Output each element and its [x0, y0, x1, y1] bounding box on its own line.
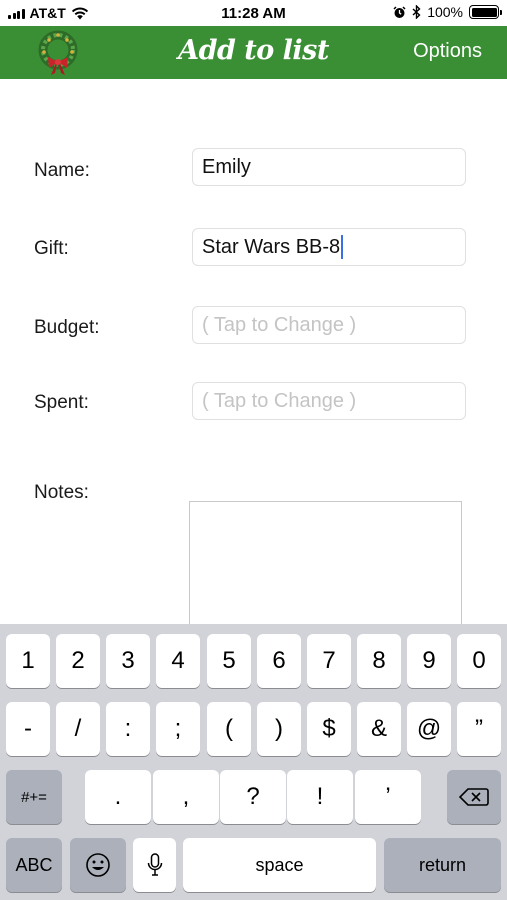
key-period[interactable]: .	[85, 770, 151, 824]
key-close-paren[interactable]: )	[257, 702, 301, 756]
gift-value: Star Wars BB-8	[202, 235, 341, 258]
key-question[interactable]: ?	[220, 770, 286, 824]
key-8[interactable]: 8	[357, 634, 401, 688]
notes-label: Notes:	[34, 482, 89, 503]
name-field[interactable]: Emily	[192, 148, 466, 186]
key-0[interactable]: 0	[457, 634, 501, 688]
budget-field[interactable]: ( Tap to Change )	[192, 306, 466, 344]
backspace-icon	[459, 788, 489, 806]
spent-label: Spent:	[34, 392, 89, 413]
key-apostrophe[interactable]: ’	[355, 770, 421, 824]
key-comma[interactable]: ,	[153, 770, 219, 824]
notes-textarea[interactable]	[189, 501, 462, 641]
delete-key[interactable]	[447, 770, 501, 824]
battery-fill	[471, 7, 497, 17]
spent-field[interactable]: ( Tap to Change )	[192, 382, 466, 420]
key-at[interactable]: @	[407, 702, 451, 756]
key-6[interactable]: 6	[257, 634, 301, 688]
keyboard: 1 2 3 4 5 6 7 8 9 0 - / : ; ( ) $ & @ ” …	[0, 624, 507, 900]
nav-bar: Add to list Options	[0, 26, 507, 79]
symbols-key[interactable]: #+=	[6, 770, 62, 824]
key-7[interactable]: 7	[307, 634, 351, 688]
key-4[interactable]: 4	[156, 634, 200, 688]
spent-placeholder: ( Tap to Change )	[202, 389, 357, 412]
name-label: Name:	[34, 160, 90, 181]
key-exclamation[interactable]: !	[287, 770, 353, 824]
key-2[interactable]: 2	[56, 634, 100, 688]
emoji-icon	[86, 853, 110, 877]
emoji-key[interactable]	[70, 838, 126, 892]
microphone-icon	[147, 853, 162, 876]
status-bar: AT&T 11:28 AM 100%	[0, 0, 507, 26]
key-hyphen[interactable]: -	[6, 702, 50, 756]
budget-placeholder: ( Tap to Change )	[202, 313, 357, 336]
key-open-paren[interactable]: (	[207, 702, 251, 756]
name-value: Emily	[202, 155, 251, 178]
microphone-key[interactable]	[133, 838, 176, 892]
key-3[interactable]: 3	[106, 634, 150, 688]
gift-field[interactable]: Star Wars BB-8	[192, 228, 466, 266]
key-dollar[interactable]: $	[307, 702, 351, 756]
budget-label: Budget:	[34, 317, 100, 338]
abc-key[interactable]: ABC	[6, 838, 62, 892]
key-quote[interactable]: ”	[457, 702, 501, 756]
key-9[interactable]: 9	[407, 634, 451, 688]
battery-percent: 100%	[427, 4, 463, 20]
key-semicolon[interactable]: ;	[156, 702, 200, 756]
key-colon[interactable]: :	[106, 702, 150, 756]
battery-icon	[469, 5, 502, 19]
key-slash[interactable]: /	[56, 702, 100, 756]
options-button[interactable]: Options	[413, 40, 482, 63]
key-5[interactable]: 5	[207, 634, 251, 688]
bluetooth-icon	[412, 5, 421, 19]
text-cursor	[341, 235, 344, 259]
alarm-icon	[393, 5, 406, 18]
space-key[interactable]: space	[183, 838, 376, 892]
status-right: 100%	[393, 4, 502, 20]
gift-label: Gift:	[34, 238, 69, 259]
key-ampersand[interactable]: &	[357, 702, 401, 756]
return-key[interactable]: return	[384, 838, 501, 892]
key-1[interactable]: 1	[6, 634, 50, 688]
